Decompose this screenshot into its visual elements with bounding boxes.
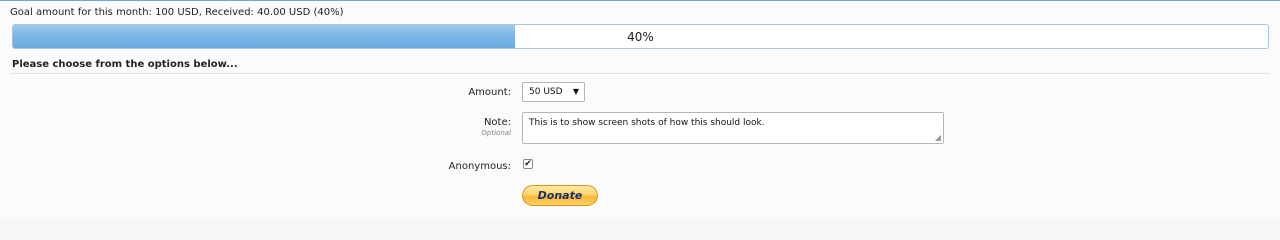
note-label: Note: (483, 117, 511, 128)
amount-select[interactable]: 50 USD ▼ (522, 82, 585, 102)
goal-summary: Goal amount for this month: 100 USD, Rec… (10, 7, 344, 18)
donation-panel: Goal amount for this month: 100 USD, Rec… (0, 0, 1280, 218)
anonymous-label: Anonymous: (448, 161, 511, 172)
note-textarea[interactable]: This is to show screen shots of how this… (522, 112, 944, 144)
check-icon: ✔ (524, 159, 532, 169)
amount-selected-value: 50 USD (529, 87, 563, 97)
resize-grip-icon[interactable]: ◢ (935, 133, 941, 142)
goal-progress-bar: 40% (12, 24, 1269, 49)
section-divider (10, 73, 1270, 74)
note-text: This is to show screen shots of how this… (529, 118, 765, 128)
anonymous-checkbox[interactable]: ✔ (523, 159, 533, 169)
donate-button[interactable]: Donate (522, 185, 598, 206)
section-title: Please choose from the options below... (12, 59, 238, 70)
note-optional-hint: Optional (481, 129, 511, 137)
goal-progress-label: 40% (627, 30, 654, 44)
amount-label: Amount: (468, 87, 511, 98)
caret-down-icon: ▼ (572, 87, 579, 96)
